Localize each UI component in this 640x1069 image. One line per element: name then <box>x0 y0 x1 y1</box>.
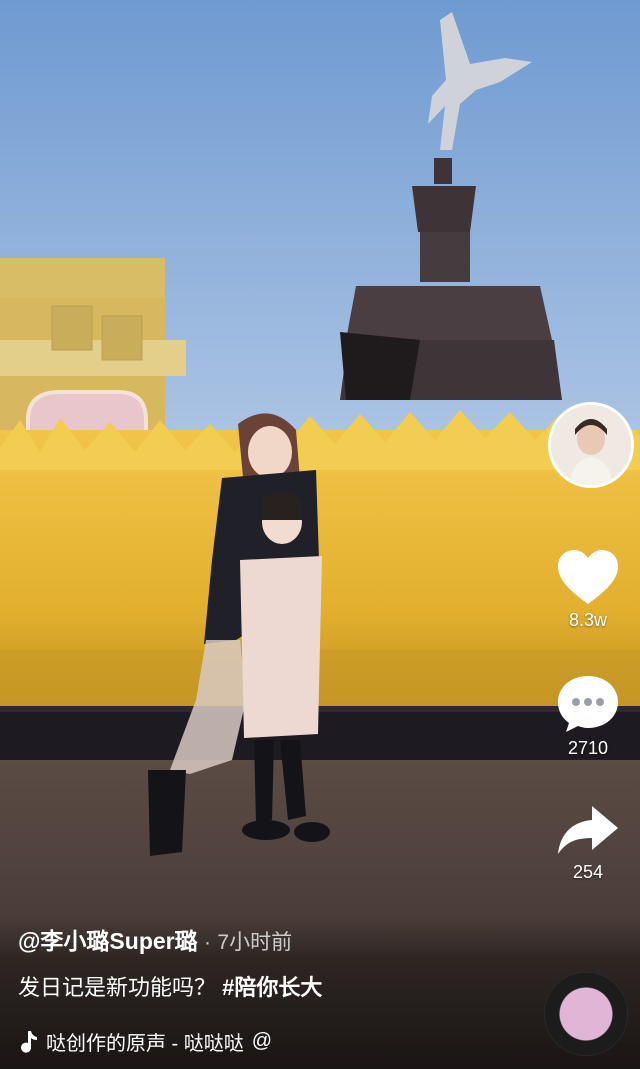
share-count: 254 <box>572 862 604 882</box>
comment-count: 2710 <box>567 738 609 758</box>
caption-text: 发日记是新功能吗？ <box>18 975 217 1000</box>
share-action[interactable]: 254 <box>536 802 640 883</box>
post-time: 7小时前 <box>217 931 293 954</box>
avatar-image <box>551 405 631 485</box>
like-count: 8.3w <box>568 610 608 630</box>
music-title: 哒创作的原声 - 哒哒哒 <box>46 1033 244 1055</box>
author-avatar[interactable] <box>548 402 634 488</box>
action-rail: 8.3w 2710 254 <box>536 0 640 1069</box>
caption-hashtag[interactable]: #陪你长大 <box>222 975 322 1000</box>
video-player-screen[interactable]: 8.3w 2710 254 @李小璐Super璐 · 7小时前 发日记是新功能吗… <box>0 0 640 1069</box>
music-disc-icon[interactable] <box>544 972 628 1056</box>
like-action[interactable]: 8.3w <box>536 548 640 631</box>
music-info[interactable]: 哒创作的原声 - 哒哒哒 @ <box>18 1027 272 1056</box>
comment-icon[interactable] <box>556 674 620 734</box>
author-name[interactable]: @李小璐Super璐 <box>18 928 198 954</box>
music-note-icon <box>21 1030 37 1053</box>
heart-icon[interactable] <box>556 548 620 606</box>
video-caption: 发日记是新功能吗？ #陪你长大 <box>18 970 322 1002</box>
separator: · <box>204 931 211 954</box>
author-line: @李小璐Super璐 · 7小时前 <box>18 922 292 956</box>
music-mention: @ <box>251 1030 273 1052</box>
share-icon[interactable] <box>556 802 620 858</box>
comment-action[interactable]: 2710 <box>536 674 640 759</box>
